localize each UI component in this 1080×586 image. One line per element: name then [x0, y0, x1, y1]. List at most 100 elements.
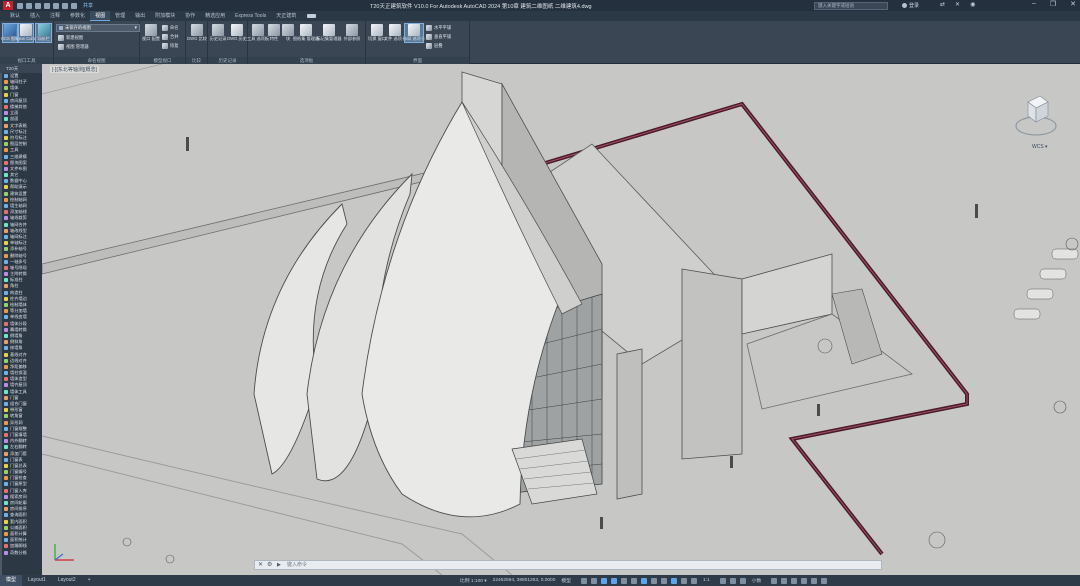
- dwg-history-button[interactable]: 历史记录: [210, 24, 226, 42]
- close-icon[interactable]: ✕: [1070, 0, 1076, 8]
- file-tabs-icon: [389, 24, 401, 36]
- command-line[interactable]: ✕ ⚙ ▶ 键入命令: [254, 560, 882, 570]
- tab-insert[interactable]: 插入: [25, 11, 45, 21]
- annotation-monitor-icon[interactable]: [729, 577, 736, 584]
- markup-button[interactable]: 标记集管理器: [316, 24, 342, 42]
- model-space-toggle[interactable]: 模型: [561, 577, 571, 584]
- clean-screen-icon[interactable]: [811, 577, 818, 584]
- otrack-icon[interactable]: [630, 577, 637, 584]
- tab-view[interactable]: 视图: [90, 11, 111, 21]
- customization-icon[interactable]: [821, 577, 828, 584]
- app-menu-button[interactable]: A: [3, 1, 13, 10]
- annotation-scale-icon[interactable]: [690, 577, 697, 584]
- tab-parametric[interactable]: 参数化: [65, 11, 90, 21]
- print-icon[interactable]: [53, 2, 59, 9]
- tab-model[interactable]: 模型: [0, 575, 23, 586]
- new-view-button[interactable]: 新建视图: [58, 35, 83, 41]
- restore-viewports-button[interactable]: 恢复: [162, 43, 179, 49]
- xref-button[interactable]: 外部参照: [342, 24, 362, 42]
- named-view-select[interactable]: 未保存的视图: [56, 24, 140, 32]
- dwg-compare-button[interactable]: DWG 比较: [187, 24, 207, 42]
- tab-default[interactable]: 默认: [5, 11, 25, 21]
- drawing-viewport[interactable]: [-][东北等轴测][概念] WCS ▾ ✕ ⚙ ▶ 键入命令: [42, 64, 1080, 575]
- tab-collaborate[interactable]: 协作: [180, 11, 200, 21]
- polar-icon[interactable]: [610, 577, 617, 584]
- minimize-icon[interactable]: –: [1032, 0, 1036, 8]
- units-mode[interactable]: 小数: [752, 577, 762, 584]
- tab-tangent-arch[interactable]: 天正建筑: [271, 11, 301, 21]
- grid-icon[interactable]: [580, 577, 587, 584]
- workspace-icon[interactable]: [719, 577, 726, 584]
- ribbon-toggle-button[interactable]: [307, 14, 317, 18]
- command-input[interactable]: 键入命令: [287, 562, 307, 568]
- add-layout-button[interactable]: +: [82, 575, 97, 586]
- maximize-icon[interactable]: ❐: [1050, 0, 1056, 8]
- tab-output[interactable]: 输出: [130, 11, 150, 21]
- tool-palette-handle[interactable]: [0, 73, 2, 575]
- sheet-set-button[interactable]: 图纸集 管理器: [293, 24, 319, 42]
- lock-ui-icon[interactable]: [781, 577, 788, 584]
- viewport-config-button[interactable]: 视口 配置: [142, 24, 160, 42]
- tab-annotate[interactable]: 注释: [45, 11, 65, 21]
- viewcube-icon[interactable]: [1014, 88, 1058, 148]
- units-icon[interactable]: [739, 577, 746, 584]
- viewcube-button[interactable]: View Cube: [16, 23, 36, 43]
- dwg-history-icon: [212, 24, 224, 36]
- navbar-button[interactable]: 导航栏: [35, 23, 52, 43]
- tile-vertical-button[interactable]: 垂直平铺: [426, 34, 451, 40]
- named-viewports-button[interactable]: 命名: [162, 25, 179, 31]
- undo-icon[interactable]: [62, 2, 68, 9]
- dyn-input-icon[interactable]: [640, 577, 647, 584]
- isolate-objects-icon[interactable]: [791, 577, 798, 584]
- lineweight-icon[interactable]: [650, 577, 657, 584]
- exchange-icon[interactable]: ✕: [955, 1, 960, 8]
- selection-cycling-icon[interactable]: [670, 577, 677, 584]
- share-button[interactable]: 共享: [83, 2, 93, 9]
- redo-icon[interactable]: [71, 2, 77, 9]
- osnap-icon[interactable]: [620, 577, 627, 584]
- properties-button[interactable]: 特性: [267, 24, 281, 42]
- hardware-accel-icon[interactable]: [801, 577, 808, 584]
- cart-icon[interactable]: ⇄: [940, 1, 945, 8]
- tab-express-tools[interactable]: Express Tools: [230, 11, 271, 21]
- ucs-icon-button[interactable]: UCS 图标: [1, 23, 19, 43]
- view-manager-button[interactable]: 视图 管理器: [58, 44, 89, 50]
- layout-tabs-button[interactable]: 布局 选项卡: [403, 23, 425, 43]
- snap-icon[interactable]: [590, 577, 597, 584]
- new-file-icon[interactable]: [17, 2, 23, 9]
- zoom-scale[interactable]: 1:1: [703, 578, 710, 583]
- join-viewports-button[interactable]: 合并: [162, 34, 179, 40]
- tab-layout1[interactable]: Layout1: [22, 575, 52, 586]
- viewport-controls[interactable]: [-][东北等轴测][概念]: [50, 66, 100, 73]
- 3d-osnap-icon[interactable]: [680, 577, 687, 584]
- help-icon[interactable]: ◉: [970, 1, 975, 8]
- tab-manage[interactable]: 管理: [110, 11, 130, 21]
- tool-palette-item[interactable]: 奇数分格: [0, 549, 42, 555]
- wcs-menu[interactable]: WCS ▾: [1032, 144, 1048, 150]
- command-close-icon[interactable]: ✕: [258, 561, 263, 569]
- quick-properties-icon[interactable]: [771, 577, 778, 584]
- save-icon[interactable]: [35, 2, 41, 9]
- tool-palette-header[interactable]: T20天: [0, 64, 42, 73]
- tile-horizontal-button[interactable]: 水平平铺: [426, 25, 451, 31]
- ortho-icon[interactable]: [600, 577, 607, 584]
- command-settings-icon[interactable]: ⚙: [267, 561, 272, 569]
- scale-selector[interactable]: 比例 1:100 ▾: [460, 577, 487, 584]
- help-search-input[interactable]: 键入关键字或短语: [814, 1, 888, 10]
- switch-windows-button[interactable]: 切换 窗口: [368, 24, 386, 42]
- open-file-icon[interactable]: [26, 2, 32, 9]
- tool-item-icon: [4, 364, 8, 369]
- file-history-button[interactable]: DWG 历史: [227, 24, 247, 42]
- file-tabs-button[interactable]: 文件 选项卡: [384, 24, 406, 42]
- login-button[interactable]: 登录: [902, 2, 919, 9]
- panel-title-interface: 界面: [366, 57, 469, 64]
- transparency-icon[interactable]: [660, 577, 667, 584]
- tool-item-icon: [4, 525, 8, 530]
- tab-addins[interactable]: 附加模块: [150, 11, 180, 21]
- tab-featured-apps[interactable]: 精选应用: [200, 11, 230, 21]
- tab-layout2[interactable]: Layout2: [52, 575, 82, 586]
- cascade-button[interactable]: 层叠: [426, 43, 443, 49]
- tool-palettes-button[interactable]: 工具 选项板: [247, 24, 269, 42]
- tool-item-icon: [4, 204, 8, 209]
- save-as-icon[interactable]: [44, 2, 50, 9]
